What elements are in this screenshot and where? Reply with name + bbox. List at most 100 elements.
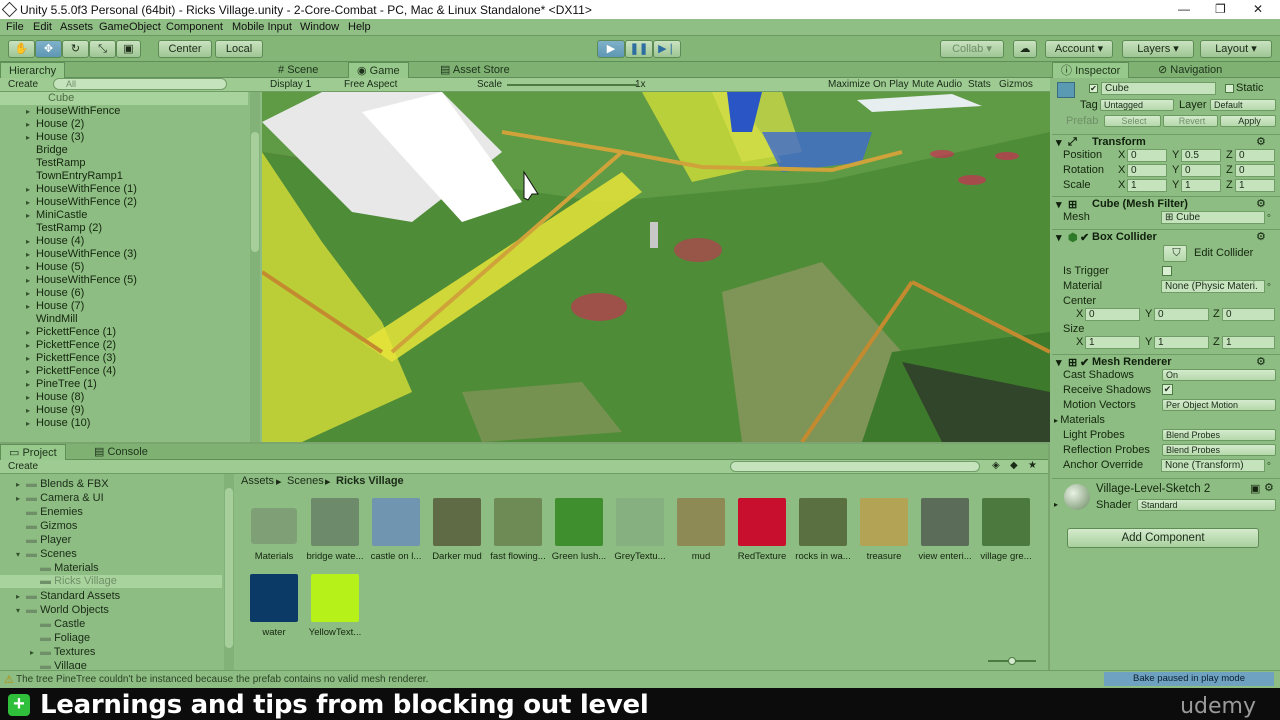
asset-item[interactable]: treasure [853, 498, 915, 562]
position-y-field[interactable]: 0.5 [1181, 149, 1221, 162]
size-x-field[interactable]: 1 [1085, 336, 1140, 349]
edit-collider-button[interactable]: ⛉ [1163, 245, 1187, 262]
slider-thumb[interactable] [1008, 657, 1016, 665]
hierarchy-item[interactable]: ▸ House (3) [0, 131, 84, 144]
hierarchy-item[interactable]: ▸ House (10) [0, 417, 90, 430]
tree-item[interactable]: ▸ ▬ Standard Assets [16, 590, 120, 602]
tab-scene[interactable]: # Scene [270, 62, 326, 78]
help-book-icon[interactable]: ▣ [1250, 482, 1260, 495]
menu-window[interactable]: Window [300, 21, 339, 33]
hierarchy-item[interactable]: ▸ PickettFence (3) [0, 352, 116, 365]
object-picker-icon[interactable]: ◦ [1267, 458, 1271, 470]
object-name-field[interactable]: Cube [1101, 82, 1216, 95]
hand-tool-button[interactable]: ✋ [8, 40, 35, 58]
prefab-select-button[interactable]: Select [1104, 115, 1161, 127]
hierarchy-item[interactable]: ▸ House (4) [0, 235, 84, 248]
position-z-field[interactable]: 0 [1235, 149, 1275, 162]
hierarchy-item-selected[interactable]: Cube [0, 92, 248, 105]
material-gear-icon[interactable]: ⚙ [1264, 481, 1274, 494]
layers-dropdown[interactable]: Layers ▾ [1122, 40, 1194, 58]
project-search-input[interactable] [730, 461, 980, 472]
asset-item[interactable]: Green lush... [548, 498, 610, 562]
maximize-on-play-toggle[interactable]: Maximize On Play [828, 79, 909, 90]
collab-button[interactable]: Collab ▾ [940, 40, 1004, 58]
tree-item[interactable]: ▬ Village [30, 660, 87, 669]
hierarchy-item[interactable]: ▸ House (8) [0, 391, 84, 404]
asset-item[interactable]: YellowText... [304, 574, 366, 638]
asset-item[interactable]: rocks in wa... [792, 498, 854, 562]
object-picker-icon[interactable]: ◦ [1267, 210, 1271, 222]
tree-item[interactable]: ▬ Player [16, 534, 71, 546]
hierarchy-item[interactable]: ▸ House (6) [0, 287, 84, 300]
tree-item[interactable]: ▬ Gizmos [16, 520, 77, 532]
rotation-y-field[interactable]: 0 [1181, 164, 1221, 177]
hierarchy-item[interactable]: ▸ PickettFence (1) [0, 326, 116, 339]
center-z-field[interactable]: 0 [1222, 308, 1275, 321]
asset-item[interactable]: Darker mud [426, 498, 488, 562]
asset-item[interactable]: bridge wate... [304, 498, 366, 562]
thumbnail-size-slider[interactable] [988, 657, 1036, 665]
prefab-apply-button[interactable]: Apply [1220, 115, 1276, 127]
motion-vectors-dropdown[interactable]: Per Object Motion [1162, 399, 1276, 411]
rotate-tool-button[interactable]: ↻ [62, 40, 89, 58]
tab-game[interactable]: ◉ Game [348, 62, 409, 78]
tree-item[interactable]: ▸ ▬ Textures [30, 646, 95, 658]
active-checkbox[interactable]: ✔ [1089, 84, 1098, 93]
component-menu-gear-icon[interactable]: ⚙ [1256, 230, 1266, 243]
tree-item[interactable]: ▾ ▬ Scenes [16, 548, 77, 560]
hierarchy-item[interactable]: TestRamp (2) [0, 222, 102, 235]
move-tool-button[interactable]: ✥ [35, 40, 62, 58]
is-trigger-checkbox[interactable] [1162, 266, 1172, 276]
hierarchy-item[interactable]: ▸ PineTree (1) [0, 378, 97, 391]
tab-hierarchy[interactable]: Hierarchy [0, 62, 66, 78]
hierarchy-item[interactable]: Bridge [0, 144, 68, 157]
tree-item[interactable]: ▬ Castle [30, 618, 85, 630]
hierarchy-scroll-thumb[interactable] [251, 132, 259, 252]
mesh-field[interactable]: ⊞ Cube [1161, 211, 1265, 224]
cast-shadows-dropdown[interactable]: On [1162, 369, 1276, 381]
size-y-field[interactable]: 1 [1154, 336, 1209, 349]
menu-component[interactable]: Component [166, 21, 223, 33]
project-tree-scrollbar[interactable] [224, 474, 234, 670]
hierarchy-item[interactable]: ▸ PickettFence (2) [0, 339, 116, 352]
tab-project[interactable]: ▭ Project [0, 444, 66, 460]
scale-z-field[interactable]: 1 [1235, 179, 1275, 192]
breadcrumb-assets[interactable]: Assets [241, 475, 274, 487]
hierarchy-item[interactable]: WindMill [0, 313, 78, 326]
component-menu-gear-icon[interactable]: ⚙ [1256, 355, 1266, 368]
add-component-button[interactable]: Add Component [1067, 528, 1259, 548]
tree-item[interactable]: ▬ Enemies [16, 506, 83, 518]
menu-mobile-input[interactable]: Mobile Input [232, 21, 292, 33]
tree-item[interactable]: ▬ Foliage [30, 632, 90, 644]
tab-navigation[interactable]: ⊘ Navigation [1150, 62, 1230, 78]
object-picker-icon[interactable]: ◦ [1267, 279, 1271, 291]
hierarchy-item[interactable]: ▸ MiniCastle [0, 209, 87, 222]
minimize-button[interactable]: — [1178, 2, 1190, 16]
asset-item[interactable]: village gre... [975, 498, 1037, 562]
tab-inspector[interactable]: ⓘ Inspector [1052, 62, 1130, 78]
mesh-renderer-header[interactable]: ▾ ⊞ ✔ Mesh Renderer ⚙ [1052, 354, 1280, 369]
tree-item[interactable]: ▾ ▬ World Objects [16, 604, 109, 616]
cloud-button[interactable]: ☁ [1013, 40, 1037, 58]
rotation-x-field[interactable]: 0 [1127, 164, 1167, 177]
pivot-center-button[interactable]: Center [158, 40, 212, 58]
hierarchy-search-input[interactable]: All [53, 78, 227, 90]
asset-item[interactable]: GreyTextu... [609, 498, 671, 562]
box-collider-header[interactable]: ▾ ⬢ ✔ Box Collider ⚙ [1052, 229, 1280, 244]
tab-console[interactable]: ▤ Console [86, 444, 156, 460]
layer-dropdown[interactable]: Default [1210, 99, 1276, 111]
hierarchy-item[interactable]: ▸ HouseWithFence (5) [0, 274, 137, 287]
transform-header[interactable]: ▾ ⤢ Transform ⚙ [1052, 134, 1280, 149]
filter-type-icon[interactable]: ◈ [992, 460, 1000, 471]
maximize-button[interactable]: ❐ [1215, 2, 1226, 16]
rotation-z-field[interactable]: 0 [1235, 164, 1275, 177]
hierarchy-item[interactable]: ▸ HouseWithFence (1) [0, 183, 137, 196]
mesh-renderer-enabled-checkbox[interactable]: ✔ [1080, 356, 1089, 369]
asset-item[interactable]: fast flowing... [487, 498, 549, 562]
menu-help[interactable]: Help [348, 21, 371, 33]
asset-item[interactable]: view enteri... [914, 498, 976, 562]
collider-material-field[interactable]: None (Physic Materi. [1161, 280, 1265, 293]
asset-item[interactable]: RedTexture [731, 498, 793, 562]
menu-assets[interactable]: Assets [60, 21, 93, 33]
box-collider-enabled-checkbox[interactable]: ✔ [1080, 231, 1089, 244]
